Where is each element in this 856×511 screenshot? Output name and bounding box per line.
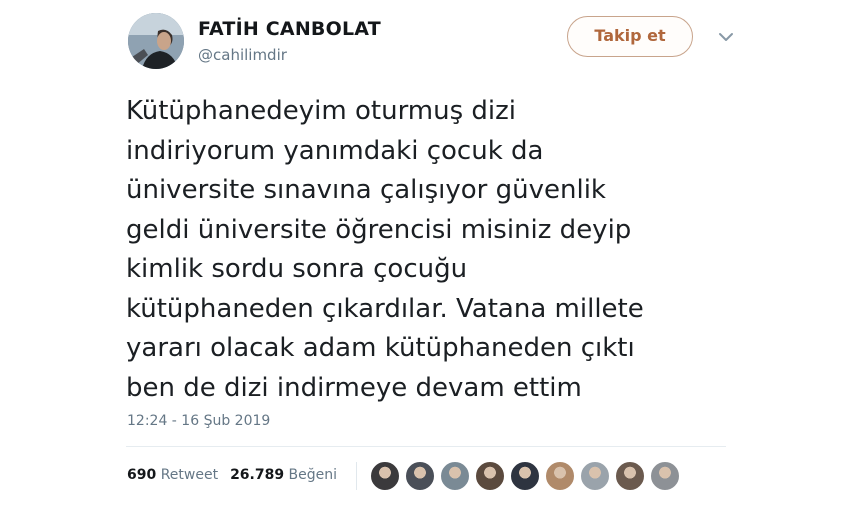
stats-separator — [356, 462, 357, 490]
liker-avatar[interactable] — [580, 461, 610, 491]
chevron-down-icon[interactable] — [716, 29, 736, 43]
tweet-line: Kütüphanedeyim oturmuş dizi — [126, 96, 517, 126]
tweet-stats: 690 Retweet 26.789 Beğeni — [127, 467, 337, 483]
tweet-line: üniversite sınavına çalışıyor güvenlik — [126, 175, 606, 205]
tweet-line: ben de dizi indirmeye devam ettim — [126, 372, 582, 403]
divider — [126, 446, 726, 447]
avatar[interactable] — [128, 13, 184, 69]
liker-avatar[interactable] — [650, 461, 680, 491]
retweet-stat[interactable]: 690 Retweet — [127, 467, 218, 483]
tweet-line: kütüphaneden çıkardılar. Vatana millete — [126, 293, 644, 324]
liker-avatar[interactable] — [370, 461, 400, 491]
liker-avatar[interactable] — [475, 461, 505, 491]
liker-avatar[interactable] — [405, 461, 435, 491]
follow-button[interactable]: Takip et — [567, 16, 693, 57]
like-stat[interactable]: 26.789 Beğeni — [230, 467, 337, 483]
tweet-line: indiriyorum yanımdaki çocuk da — [126, 135, 544, 166]
display-name[interactable]: FATİH CANBOLAT — [198, 18, 381, 40]
retweet-label: Retweet — [160, 467, 219, 483]
profile-photo-icon — [128, 13, 184, 69]
retweet-count: 690 — [127, 467, 157, 483]
tweet-timestamp[interactable]: 12:24 - 16 Şub 2019 — [127, 413, 270, 429]
liker-avatar[interactable] — [510, 461, 540, 491]
liker-avatar[interactable] — [440, 461, 470, 491]
user-handle[interactable]: @cahilimdir — [198, 46, 287, 64]
tweet-line: geldi üniversite öğrencisi misiniz deyip — [126, 214, 632, 245]
tweet-line: yararı olacak adam kütüphaneden çıktı — [126, 333, 635, 363]
tweet-line: kimlik sordu sonra çocuğu — [126, 254, 468, 284]
tweet-text: Kütüphanedeyim oturmuş dizi indiriyorum … — [126, 92, 766, 408]
like-count: 26.789 — [230, 467, 285, 483]
like-label: Beğeni — [288, 467, 338, 483]
liker-avatar[interactable] — [615, 461, 645, 491]
liker-avatar[interactable] — [545, 461, 575, 491]
